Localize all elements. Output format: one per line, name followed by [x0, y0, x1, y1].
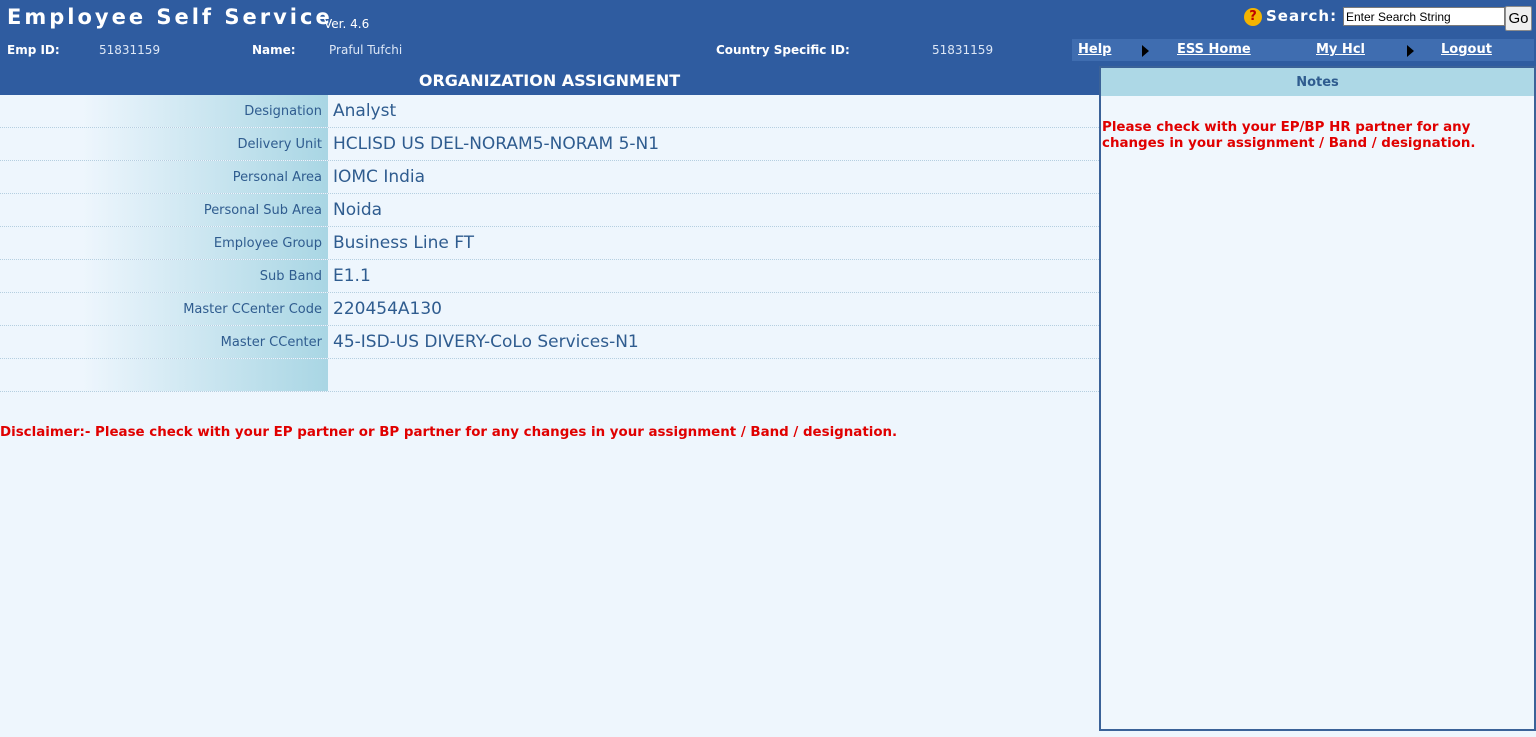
notes-panel: Notes Please check with your EP/BP HR pa… [1099, 66, 1536, 731]
notes-title: Notes [1296, 75, 1339, 90]
assignment-table: Designation Analyst Delivery Unit HCLISD… [0, 95, 1099, 392]
field-label: Master CCenter [220, 335, 322, 350]
table-row: Personal Area IOMC India [0, 161, 1099, 194]
table-row: Master CCenter Code 220454A130 [0, 293, 1099, 326]
field-value: Noida [333, 200, 383, 220]
label-cell: Delivery Unit [0, 128, 328, 160]
table-row: Sub Band E1.1 [0, 260, 1099, 293]
search-label: Search: [1266, 7, 1338, 25]
nav-my-hcl-link[interactable]: My Hcl [1316, 42, 1365, 57]
app-version: Ver. 4.6 [324, 17, 370, 31]
emp-id-label: Emp ID: [7, 43, 60, 57]
nav-logout-link[interactable]: Logout [1441, 42, 1492, 57]
help-icon[interactable]: ? [1244, 8, 1262, 26]
table-row: Delivery Unit HCLISD US DEL-NORAM5-NORAM… [0, 128, 1099, 161]
field-value: IOMC India [333, 167, 426, 187]
field-value: 45-ISD-US DIVERY-CoLo Services-N1 [333, 332, 639, 352]
notes-header: Notes [1101, 68, 1534, 96]
nav-help-link[interactable]: Help [1078, 42, 1111, 57]
field-label: Designation [244, 104, 322, 119]
label-cell: Sub Band [0, 260, 328, 292]
arrow-right-icon [1142, 45, 1149, 57]
country-id-label: Country Specific ID: [716, 43, 850, 57]
label-cell: Master CCenter Code [0, 293, 328, 325]
label-cell: Master CCenter [0, 326, 328, 358]
section-title-bar: ORGANIZATION ASSIGNMENT [0, 66, 1099, 95]
country-id-value: 51831159 [932, 43, 994, 57]
table-row-empty [0, 359, 1099, 392]
field-label: Master CCenter Code [183, 302, 322, 317]
notes-text: Please check with your EP/BP HR partner … [1102, 120, 1476, 151]
field-label: Personal Sub Area [203, 203, 322, 218]
table-row: Designation Analyst [0, 95, 1099, 128]
field-label: Sub Band [259, 269, 322, 284]
app-header: Employee Self Service Ver. 4.6 ? Search:… [0, 0, 1536, 66]
emp-id-value: 51831159 [99, 43, 161, 57]
label-cell: Personal Area [0, 161, 328, 193]
table-row: Master CCenter 45-ISD-US DIVERY-CoLo Ser… [0, 326, 1099, 359]
field-label: Employee Group [213, 236, 322, 251]
nav-bar: Help ESS Home My Hcl Logout [1072, 39, 1534, 61]
page-title: ORGANIZATION ASSIGNMENT [418, 71, 681, 90]
field-value: Analyst [333, 101, 397, 121]
table-row: Personal Sub Area Noida [0, 194, 1099, 227]
search-input[interactable] [1343, 7, 1505, 26]
name-label: Name: [252, 43, 296, 57]
field-value: HCLISD US DEL-NORAM5-NORAM 5-N1 [333, 134, 660, 154]
table-row: Employee Group Business Line FT [0, 227, 1099, 260]
field-value: E1.1 [333, 266, 371, 286]
field-label: Personal Area [232, 170, 322, 185]
label-cell: Employee Group [0, 227, 328, 259]
field-label: Delivery Unit [237, 137, 322, 152]
nav-ess-home-link[interactable]: ESS Home [1177, 42, 1251, 57]
field-value: Business Line FT [333, 233, 475, 253]
disclaimer-text: Disclaimer:- Please check with your EP p… [0, 425, 898, 440]
app-title: Employee Self Service [7, 5, 333, 29]
label-cell: Designation [0, 95, 328, 127]
field-value: 220454A130 [333, 299, 442, 319]
name-value: Praful Tufchi [329, 43, 403, 57]
label-cell [0, 359, 328, 391]
go-button[interactable]: Go [1505, 6, 1532, 31]
arrow-right-icon [1407, 45, 1414, 57]
label-cell: Personal Sub Area [0, 194, 328, 226]
